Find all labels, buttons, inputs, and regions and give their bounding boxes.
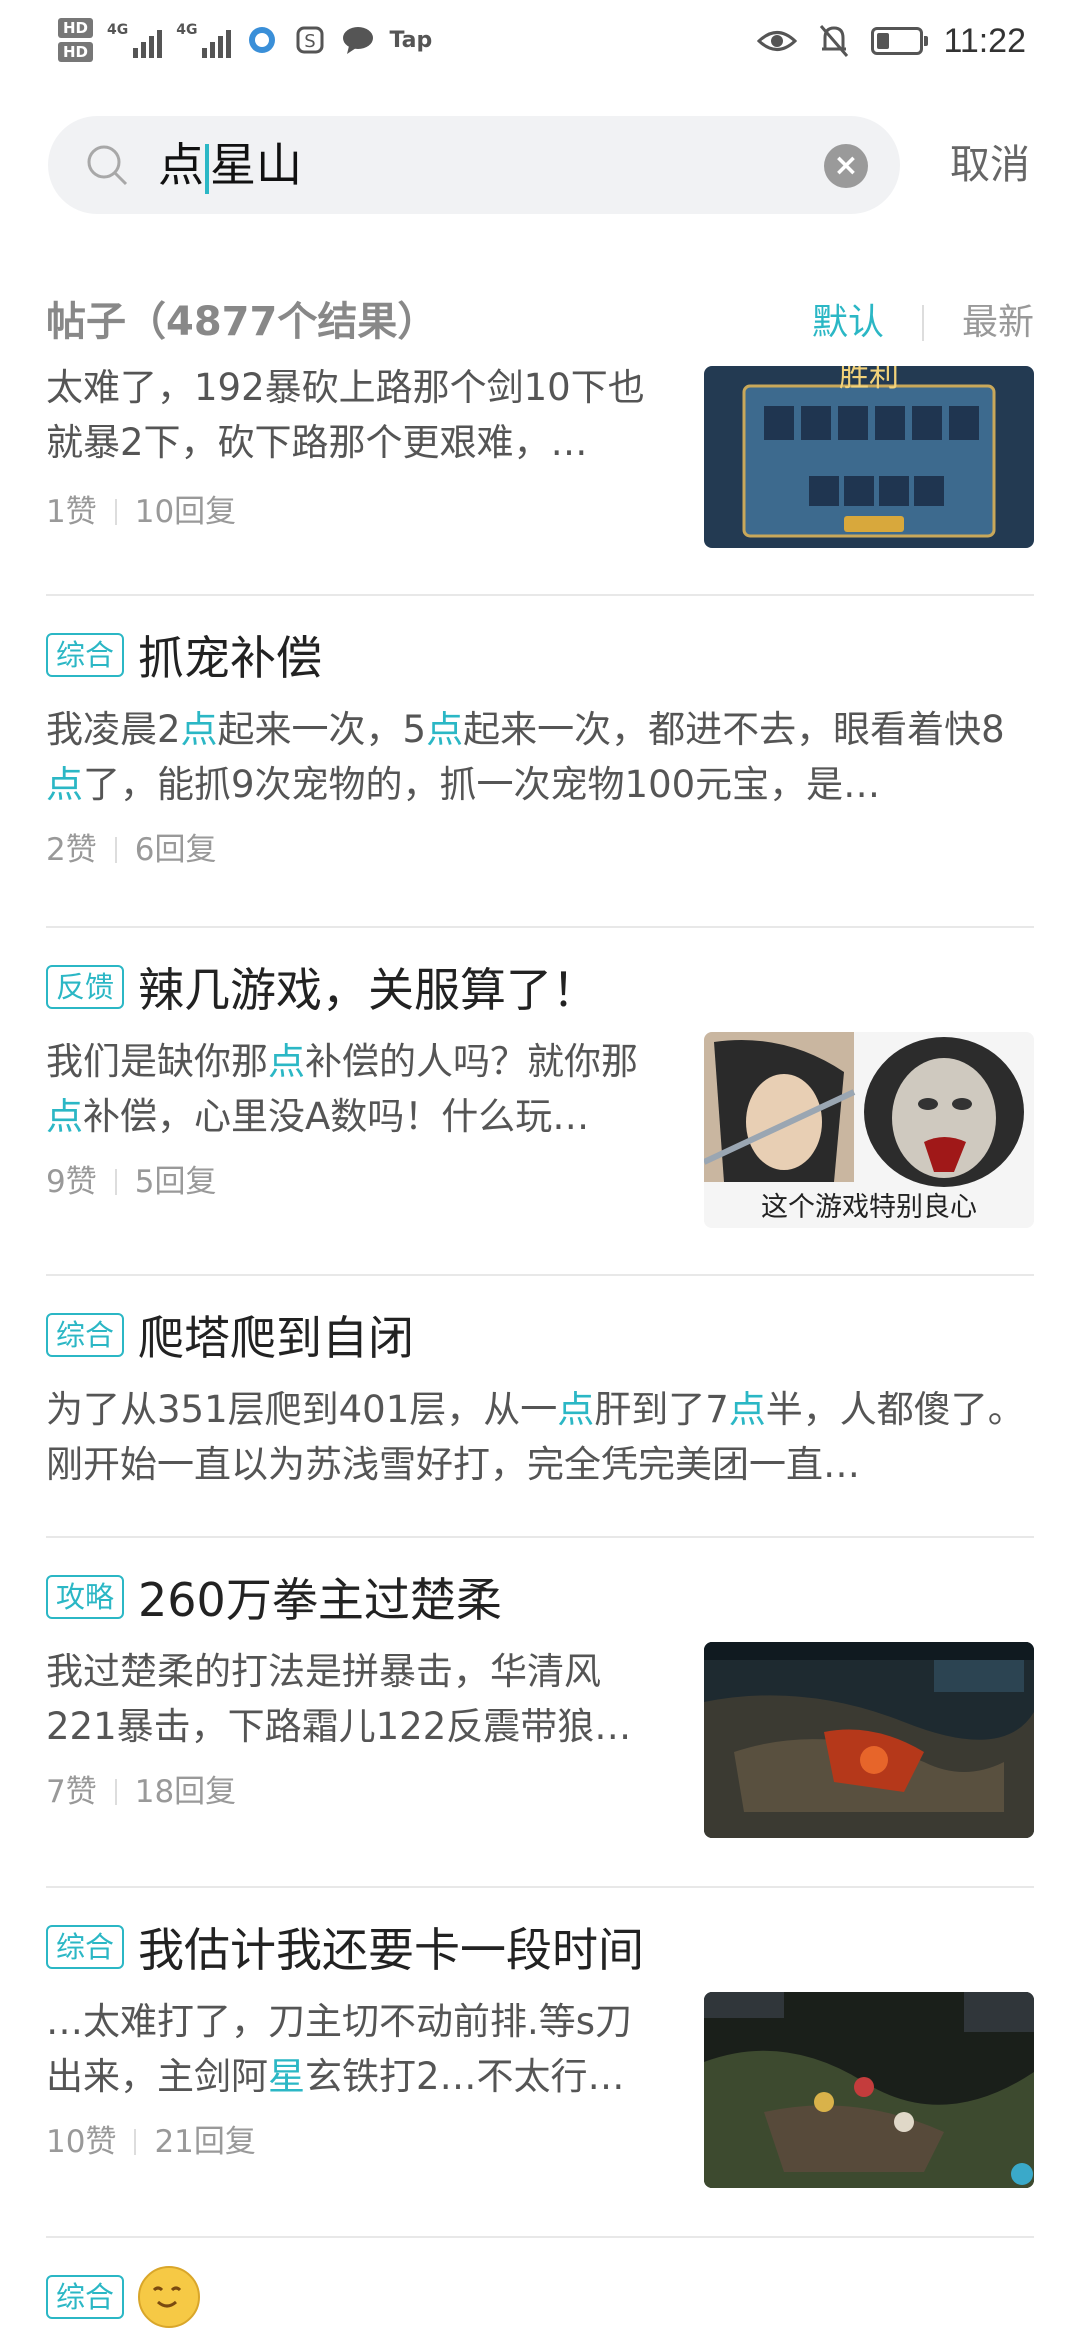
hd-indicators: HD HD — [58, 18, 94, 62]
post-title-row: 反馈 辣几游戏，关服算了！ — [46, 952, 1034, 1022]
reply-count: 21回复 — [154, 2124, 256, 2160]
like-count: 2赞 — [46, 832, 97, 868]
post-item[interactable]: 综合 抓宠补偿 我凌晨2点起来一次，5点起来一次，都进不去，眼看着快8点了，能抓… — [46, 620, 1034, 880]
search-icon — [87, 145, 128, 186]
post-thumbnail-image[interactable] — [704, 1992, 1034, 2188]
sort-default-tab[interactable]: 默认 — [812, 296, 884, 350]
post-excerpt: 太难了，192暴砍上路那个剑10下也就暴2下，砍下路那个更艰难，… — [46, 366, 645, 464]
post-excerpt: 我们是缺你那点补偿的人吗？就你那点补偿，心里没A数吗！什么玩… — [46, 1040, 638, 1138]
battery-fill — [877, 33, 890, 49]
reply-count: 5回复 — [134, 1164, 217, 1200]
search-query-before-cursor: 点 — [158, 138, 204, 192]
post-thumbnail-image[interactable]: 胜利 — [704, 366, 1034, 548]
sim2-network-label: 4G — [176, 22, 198, 38]
post-item[interactable]: 反馈 辣几游戏，关服算了！ 我们是缺你那点补偿的人吗？就你那点补偿，心里没A数吗… — [46, 952, 1034, 1252]
hd-badge-1: HD — [58, 18, 94, 38]
like-count: 10赞 — [46, 2124, 117, 2160]
svg-text:胜利: 胜利 — [839, 366, 899, 394]
status-time: 11:22 — [943, 21, 1026, 60]
sort-divider — [921, 305, 924, 341]
results-count-title: 帖子（4877个结果） — [46, 299, 438, 345]
status-left: HD HD 4G 4G S Tap — [58, 10, 432, 70]
divider — [46, 594, 1034, 596]
status-right: 11:22 — [757, 14, 1026, 68]
app-notification-icon: S — [293, 23, 327, 57]
post-item[interactable]: 综合 我估计我还要卡一段时间 …太难打了，刀主切不动前排.等s刀出来，主剑阿星玄… — [46, 1912, 1034, 2212]
post-thumbnail-image[interactable]: 这个游戏特别良心 — [704, 1032, 1034, 1228]
post-title-row: 综合 抓宠补偿 — [46, 620, 1034, 690]
post-category-tag: 攻略 — [46, 1575, 125, 1619]
post-title: 辣几游戏，关服算了！ — [138, 963, 599, 1017]
post-item[interactable]: 攻略 260万拳主过楚柔 我过楚柔的打法是拼暴击，华清风221暴击，下路霜儿12… — [46, 1562, 1034, 1862]
reply-count: 10回复 — [134, 494, 237, 530]
post-excerpt: 我凌晨2点起来一次，5点起来一次，都进不去，眼看着快8点了，能抓9次宠物的，抓一… — [46, 708, 1005, 806]
thumbnail-caption: 这个游戏特别良心 — [761, 1192, 977, 1223]
clear-search-button[interactable]: × — [824, 144, 868, 188]
post-excerpt: 我过楚柔的打法是拼暴击，华清风221暴击，下路霜儿122反震带狼… — [46, 1650, 632, 1748]
tap-app-label: Tap — [389, 27, 433, 53]
post-meta: 2赞 6回复 — [46, 828, 1034, 872]
post-title-row: 综合 我估计我还要卡一段时间 — [46, 1912, 1034, 1982]
divider — [46, 926, 1034, 928]
divider — [46, 1886, 1034, 1888]
post-excerpt: …太难打了，刀主切不动前排.等s刀出来，主剑阿星玄铁打2…不太行… — [46, 2000, 633, 2098]
post-title: 我估计我还要卡一段时间 — [138, 1923, 645, 1977]
post-thumbnail-image[interactable] — [704, 1642, 1034, 1838]
reply-count: 18回复 — [134, 1774, 237, 1810]
divider — [46, 1274, 1034, 1276]
message-notification-icon — [341, 23, 375, 57]
signal-icon-sim2: 4G — [176, 22, 232, 58]
post-title: 爬塔爬到自闭 — [138, 1311, 415, 1365]
post-excerpt: 为了从351层爬到401层，从一点肝到了7点半，人都傻了。刚开始一直以为苏浅雪好… — [46, 1388, 1025, 1486]
status-bar: HD HD 4G 4G S Tap 11:22 — [0, 0, 1080, 80]
like-count: 7赞 — [46, 1774, 97, 1810]
like-count: 1赞 — [46, 494, 97, 530]
sim1-network-label: 4G — [107, 22, 129, 38]
post-title-row: 综合 — [46, 2262, 1034, 2332]
search-query-after-cursor: 星山 — [210, 138, 302, 192]
like-count: 9赞 — [46, 1164, 97, 1200]
post-title: 抓宠补偿 — [138, 631, 323, 685]
cancel-button[interactable]: 取消 — [950, 134, 1030, 196]
smiling-face-emoji-icon — [138, 2266, 201, 2328]
post-category-tag: 综合 — [46, 2275, 125, 2319]
post-category-tag: 综合 — [46, 1925, 125, 1969]
post-title-row: 综合 爬塔爬到自闭 — [46, 1300, 1034, 1370]
post-category-tag: 反馈 — [46, 965, 125, 1009]
bell-muted-icon — [820, 25, 849, 57]
divider — [46, 2236, 1034, 2238]
battery-icon — [871, 27, 929, 55]
post-item[interactable]: 综合 爬塔爬到自闭 为了从351层爬到401层，从一点肝到了7点半，人都傻了。刚… — [46, 1300, 1034, 1520]
post-title-row: 攻略 260万拳主过楚柔 — [46, 1562, 1034, 1632]
hd-badge-2: HD — [58, 42, 94, 62]
sort-latest-tab[interactable]: 最新 — [962, 296, 1034, 350]
text-cursor — [205, 143, 209, 194]
eye-icon — [757, 31, 798, 51]
reply-count: 6回复 — [134, 832, 217, 868]
post-item[interactable]: 太难了，192暴砍上路那个剑10下也就暴2下，砍下路那个更艰难，… 1赞 10回复… — [46, 360, 1034, 570]
browser-notification-icon — [245, 23, 279, 57]
search-input[interactable]: 点星山 — [158, 134, 302, 196]
svg-text:S: S — [305, 31, 316, 52]
post-category-tag: 综合 — [46, 633, 125, 677]
sort-toggle: 默认 最新 — [812, 296, 1034, 350]
post-item[interactable]: 综合 — [46, 2262, 1034, 2340]
post-category-tag: 综合 — [46, 1313, 125, 1357]
divider — [46, 1536, 1034, 1538]
post-title: 260万拳主过楚柔 — [138, 1573, 502, 1627]
search-bar[interactable]: 点星山 × — [48, 116, 900, 214]
signal-icon-sim1: 4G — [107, 22, 163, 58]
